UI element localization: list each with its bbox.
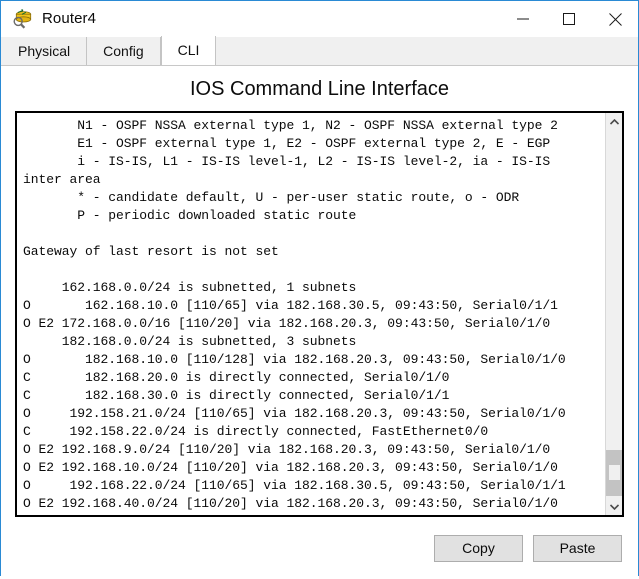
copy-button[interactable]: Copy (434, 534, 523, 562)
terminal-line: C 192.158.22.0/24 is directly connected,… (23, 424, 489, 439)
terminal-line: O 162.168.10.0 [110/65] via 182.168.30.5… (23, 298, 558, 313)
cli-panel: IOS Command Line Interface N1 - OSPF NSS… (1, 66, 638, 579)
close-icon[interactable] (592, 1, 638, 37)
terminal-line: 162.168.0.0/24 is subnetted, 1 subnets (23, 280, 357, 295)
minimize-icon[interactable] (500, 1, 546, 37)
terminal-line: Gateway of last resort is not set (23, 244, 279, 259)
scrollbar-thumb[interactable] (606, 450, 622, 496)
window-controls (500, 1, 638, 37)
chevron-up-icon[interactable] (606, 113, 622, 130)
terminal-line: * - candidate default, U - per-user stat… (23, 190, 520, 205)
terminal-line: C 182.168.20.0 is directly connected, Se… (23, 370, 450, 385)
paste-button[interactable]: Paste (533, 534, 622, 562)
tab-cli[interactable]: CLI (160, 36, 217, 65)
terminal-output[interactable]: N1 - OSPF NSSA external type 1, N2 - OSP… (17, 113, 605, 515)
scrollbar-track[interactable] (606, 130, 622, 498)
page-title: IOS Command Line Interface (189, 78, 449, 100)
terminal-line: O E2 172.168.0.0/16 [110/20] via 182.168… (23, 316, 551, 331)
terminal-scrollbar[interactable] (605, 113, 622, 515)
terminal-line: C 182.168.30.0 is directly connected, Se… (23, 388, 450, 403)
tab-bar: Physical Config CLI (1, 36, 638, 66)
terminal-line: O E2 192.168.40.0/24 [110/20] via 182.16… (23, 496, 558, 511)
terminal-line: E1 - OSPF external type 1, E2 - OSPF ext… (23, 136, 551, 151)
title-bar: Router4 (1, 1, 638, 37)
terminal-line: P - periodic downloaded static route (23, 208, 357, 223)
terminal-line: O E2 192.168.10.0/24 [110/20] via 182.16… (23, 460, 558, 475)
terminal-line: O E2 192.168.50.0/24 [110/20] via 182.16… (23, 513, 603, 515)
maximize-icon[interactable] (546, 1, 592, 37)
tab-config[interactable]: Config (87, 37, 161, 65)
terminal-line: O E2 192.168.9.0/24 [110/20] via 182.168… (23, 442, 551, 457)
tab-physical[interactable]: Physical (1, 37, 88, 65)
terminal-line: 182.168.0.0/24 is subnetted, 3 subnets (23, 334, 357, 349)
terminal-line: inter area (23, 172, 101, 187)
terminal-container: N1 - OSPF NSSA external type 1, N2 - OSP… (15, 111, 624, 517)
router-cli-window: Router4 Physical Config CLI IOS Command … (0, 0, 639, 579)
terminal-line: O 192.168.22.0/24 [110/65] via 182.168.3… (23, 478, 566, 493)
terminal-line: i - IS-IS, L1 - IS-IS level-1, L2 - IS-I… (23, 154, 551, 169)
chevron-down-icon[interactable] (606, 498, 622, 515)
terminal-line: N1 - OSPF NSSA external type 1, N2 - OSP… (23, 118, 558, 133)
router-device-icon (12, 8, 34, 30)
window-title: Router4 (42, 10, 97, 27)
terminal-line: O 182.168.10.0 [110/128] via 182.168.20.… (23, 352, 566, 367)
button-bar: Copy Paste (1, 517, 638, 579)
terminal-line: O 192.158.21.0/24 [110/65] via 182.168.2… (23, 406, 566, 421)
